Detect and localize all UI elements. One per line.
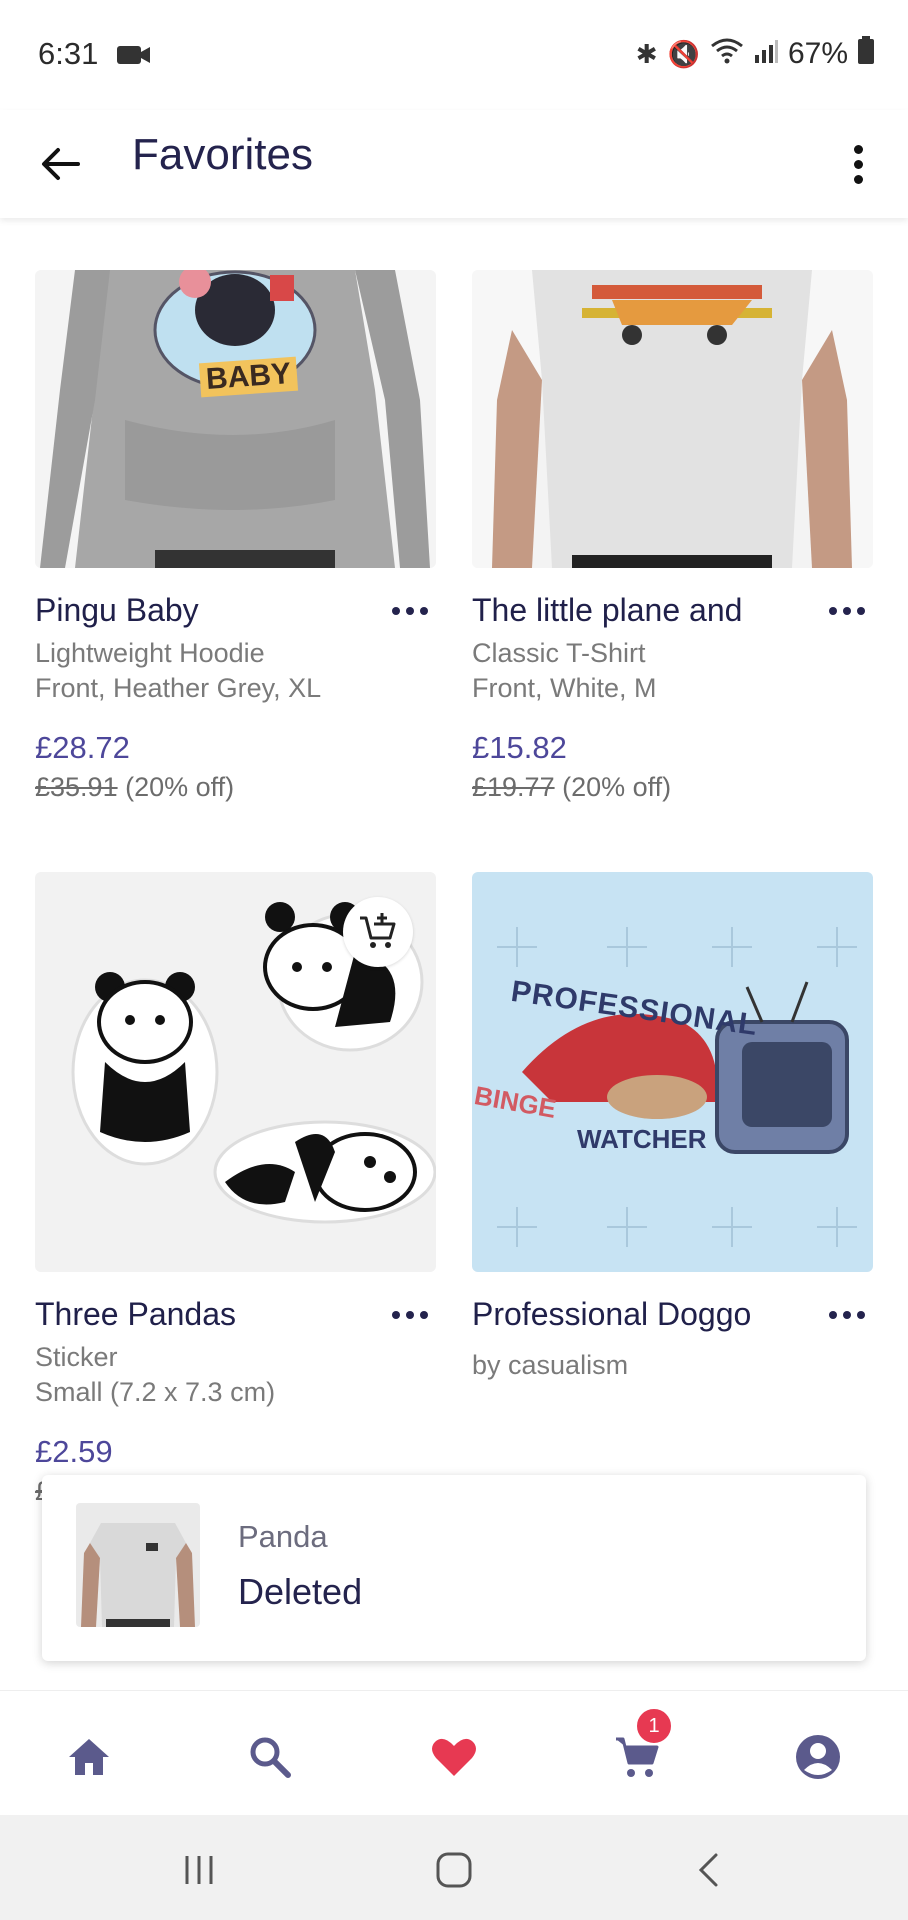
- status-right: ✱ 🔇 67%: [636, 36, 874, 72]
- nav-search[interactable]: [238, 1725, 302, 1789]
- chevron-left-icon: [698, 1853, 718, 1887]
- product-more-button[interactable]: [385, 596, 435, 626]
- home-circle-icon: [436, 1852, 472, 1888]
- nav-home[interactable]: [57, 1725, 121, 1789]
- product-type: Lightweight Hoodie: [35, 638, 265, 668]
- cart-plus-icon: [360, 913, 396, 948]
- discount-label: (20% off): [562, 772, 672, 802]
- bluetooth-icon: ✱: [635, 38, 658, 69]
- product-more-button[interactable]: [822, 1300, 872, 1330]
- product-title[interactable]: Professional Doggo: [472, 1296, 751, 1333]
- old-price: £19.77: [472, 772, 555, 802]
- product-image-little-plane[interactable]: [472, 270, 873, 568]
- product-type: Classic T-Shirt: [472, 638, 646, 668]
- signal-icon: [754, 39, 778, 70]
- product-old-price-row: £35.91 (20% off): [35, 772, 234, 803]
- search-icon: [250, 1737, 291, 1778]
- snackbar-thumbnail: [76, 1503, 200, 1627]
- nav-cart[interactable]: 1: [605, 1707, 673, 1789]
- recent-apps-icon: [185, 1856, 213, 1884]
- bottom-navigation: 1: [0, 1690, 908, 1816]
- arrow-left-icon: [42, 148, 80, 180]
- product-image-three-pandas[interactable]: [35, 872, 436, 1272]
- recent-apps-button[interactable]: [169, 1845, 229, 1895]
- app-bar: Favorites: [0, 110, 908, 218]
- nav-favorites[interactable]: [422, 1725, 486, 1789]
- add-to-cart-button[interactable]: [343, 897, 413, 967]
- product-options: Front, Heather Grey, XL: [35, 673, 322, 703]
- nav-account[interactable]: [786, 1725, 850, 1789]
- art-text-baby: BABY: [198, 356, 299, 398]
- product-title[interactable]: Pingu Baby: [35, 592, 199, 629]
- product-image-pingu-baby[interactable]: BABY: [35, 270, 436, 568]
- product-more-button[interactable]: [822, 596, 872, 626]
- product-more-button[interactable]: [385, 1300, 435, 1330]
- snackbar-item-name: Panda: [238, 1519, 328, 1554]
- home-system-button[interactable]: [424, 1845, 484, 1895]
- product-old-price-row: £19.77 (20% off): [472, 772, 671, 803]
- back-button[interactable]: [30, 134, 90, 194]
- product-title[interactable]: Three Pandas: [35, 1296, 236, 1333]
- heart-icon: [432, 1738, 476, 1776]
- battery-icon: [858, 36, 874, 72]
- account-icon: [796, 1735, 840, 1779]
- product-price: £2.59: [35, 1434, 113, 1469]
- page-title: Favorites: [132, 130, 313, 179]
- product-price: £15.82: [472, 730, 567, 765]
- mute-icon: 🔇: [667, 38, 700, 69]
- cart-count-badge: 1: [635, 1707, 673, 1745]
- discount-label: (20% off): [125, 772, 235, 802]
- battery-text: 67%: [787, 37, 848, 70]
- product-image-professional-doggo[interactable]: PROFESSIONAL BINGE WATCHER: [472, 872, 873, 1272]
- art-text-watcher: WATCHER: [577, 1124, 707, 1154]
- snackbar-status: Deleted: [238, 1571, 363, 1612]
- product-options: Front, White, M: [472, 673, 657, 703]
- deleted-snackbar: Panda Deleted: [42, 1475, 866, 1661]
- status-bar: 6:31 ✱ 🔇 67%: [0, 0, 908, 110]
- system-navigation-bar: [0, 1815, 908, 1920]
- home-icon: [69, 1739, 109, 1775]
- product-price: £28.72: [35, 730, 130, 765]
- time-text: 6:31: [38, 36, 99, 71]
- product-type: Sticker: [35, 1342, 118, 1372]
- wifi-icon: [710, 38, 744, 71]
- old-price: £35.91: [35, 772, 118, 802]
- back-system-button[interactable]: [678, 1845, 738, 1895]
- more-options-button[interactable]: [828, 134, 888, 194]
- product-options: Small (7.2 x 7.3 cm): [35, 1377, 276, 1407]
- product-artist[interactable]: by casualism: [472, 1348, 628, 1382]
- status-time: 6:31: [38, 36, 151, 74]
- product-title[interactable]: The little plane and: [472, 592, 742, 629]
- video-camera-icon: [116, 38, 151, 74]
